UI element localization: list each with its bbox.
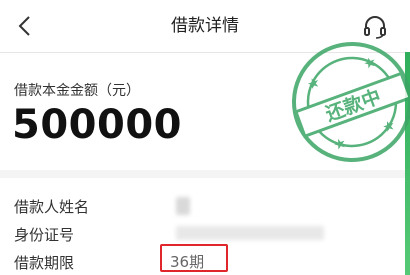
principal-amount-value: 500000 (12, 102, 182, 148)
borrower-name-redacted (176, 197, 190, 215)
id-number-label: 身份证号 (14, 226, 75, 244)
svg-text:★: ★ (362, 54, 379, 73)
repaying-status-stamp: ★ ★ ★ ★ 还款中 (292, 42, 410, 162)
svg-text:★: ★ (305, 74, 322, 93)
principal-amount-label: 借款本金金额（元） (14, 83, 140, 99)
headset-icon[interactable] (362, 14, 388, 40)
svg-text:★: ★ (332, 135, 349, 154)
borrower-name-label: 借款人姓名 (14, 198, 90, 216)
id-number-redacted (176, 226, 324, 240)
loan-term-value: 36期 (170, 253, 205, 271)
section-divider (0, 170, 405, 178)
loan-term-label: 借款期限 (14, 254, 75, 272)
